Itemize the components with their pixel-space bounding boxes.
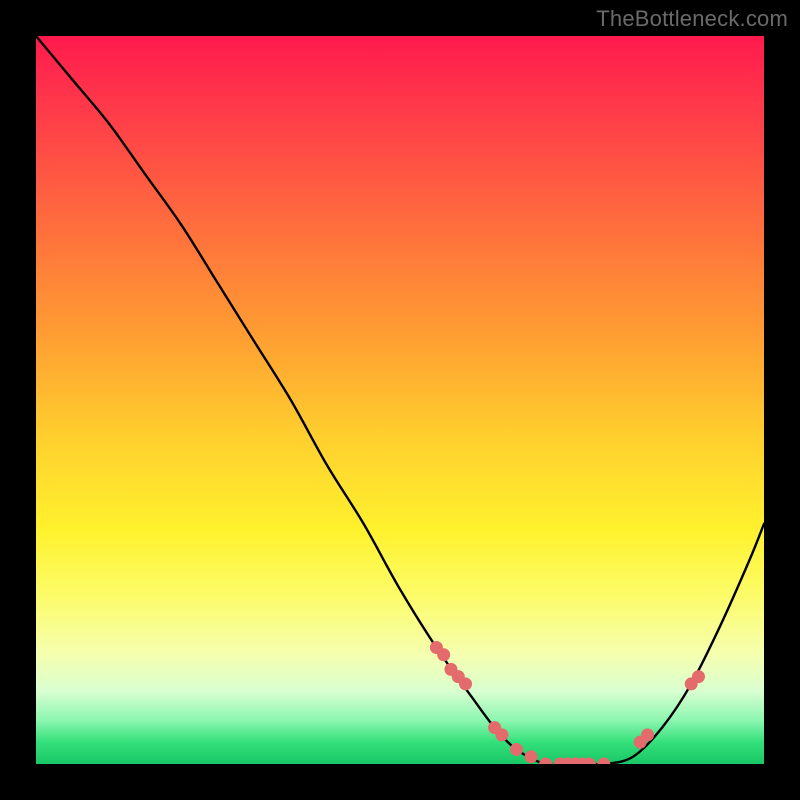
data-point: [539, 758, 552, 765]
bottleneck-curve: [36, 36, 764, 764]
curve-layer: [36, 36, 764, 764]
data-point: [495, 728, 508, 741]
plot-area: [36, 36, 764, 764]
data-point: [692, 670, 705, 683]
data-point: [641, 728, 654, 741]
data-point: [459, 677, 472, 690]
highlighted-points: [430, 641, 705, 764]
chart-frame: TheBottleneck.com: [0, 0, 800, 800]
data-point: [437, 648, 450, 661]
data-point: [525, 750, 538, 763]
attribution-text: TheBottleneck.com: [596, 6, 788, 32]
data-point: [597, 758, 610, 765]
data-point: [510, 743, 523, 756]
